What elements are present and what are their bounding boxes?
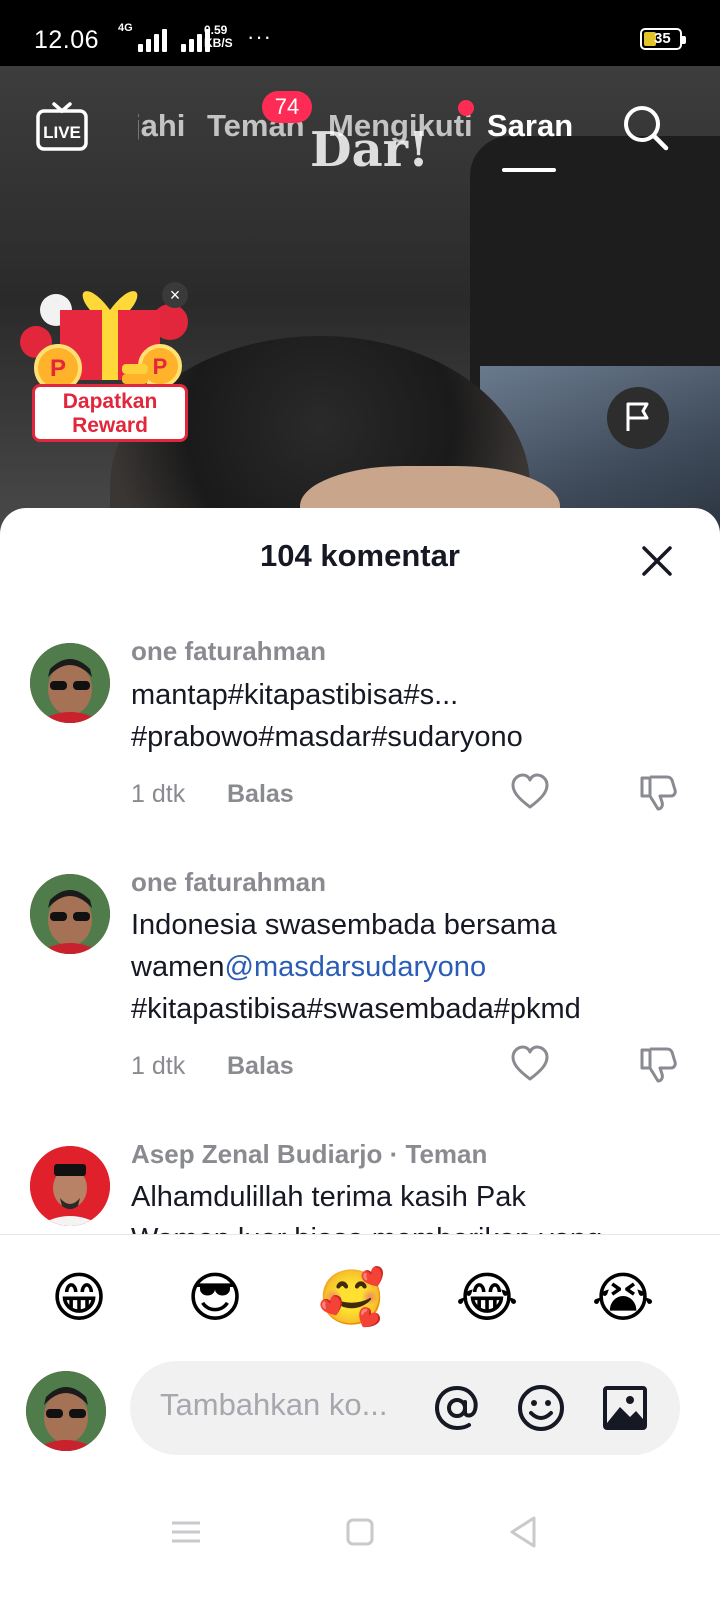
dislike-icon[interactable] bbox=[638, 772, 678, 812]
report-flag-icon[interactable] bbox=[607, 387, 669, 449]
comment-input[interactable] bbox=[160, 1387, 420, 1423]
emoji-hearts-button[interactable]: 🥰 bbox=[318, 1265, 385, 1331]
battery-icon: 35 bbox=[640, 28, 686, 50]
system-navigation-bar bbox=[0, 1492, 720, 1600]
back-icon[interactable] bbox=[504, 1512, 544, 1552]
avatar[interactable] bbox=[30, 874, 110, 954]
reward-widget[interactable]: P P × Dapatkan Reward bbox=[18, 280, 193, 450]
teman-notification-badge: 74 bbox=[262, 91, 312, 123]
battery-level: 35 bbox=[654, 30, 671, 47]
net-speed-unit: KB/S bbox=[204, 36, 233, 50]
comment-text-line: #prabowo#masdar#sudaryono bbox=[131, 721, 523, 753]
reply-button[interactable]: Balas bbox=[227, 780, 294, 809]
reply-button[interactable]: Balas bbox=[227, 1052, 294, 1081]
more-notifications-icon: ··· bbox=[247, 24, 272, 49]
tab-jelajahi[interactable]: jahi bbox=[138, 108, 185, 144]
emoji-grin-button[interactable]: 😁 bbox=[46, 1265, 112, 1331]
like-heart-icon[interactable] bbox=[510, 772, 550, 812]
reward-label-line2: Reward bbox=[72, 414, 148, 437]
comments-count-title: 104 komentar bbox=[260, 538, 460, 573]
mengikuti-new-dot bbox=[458, 100, 474, 116]
comment-text-prefix: wamen bbox=[131, 951, 225, 983]
my-avatar bbox=[26, 1371, 106, 1451]
svg-text:LIVE: LIVE bbox=[43, 123, 81, 142]
home-icon[interactable] bbox=[340, 1512, 380, 1552]
avatar[interactable] bbox=[30, 1146, 110, 1226]
quick-emoji-bar: 😁 😎 🥰 😂 😭 bbox=[0, 1265, 720, 1335]
emoji-sunglasses-button[interactable]: 😎 bbox=[182, 1265, 248, 1331]
comment-time: 1 dtk bbox=[131, 1052, 186, 1080]
comments-sheet: 104 komentar one faturahman mantap#kitap… bbox=[0, 508, 720, 1600]
reward-label: Dapatkan Reward bbox=[32, 384, 188, 442]
comment-text: mantap#kitapastibisa#s... #prabowo#masda… bbox=[131, 674, 691, 758]
tab-mengikuti[interactable]: Mengikuti bbox=[328, 108, 473, 144]
recent-apps-icon[interactable] bbox=[166, 1512, 206, 1552]
comment-text-line: Alhamdulillah terima kasih Pak bbox=[131, 1181, 526, 1213]
status-time: 12.06 bbox=[34, 26, 100, 54]
active-tab-indicator bbox=[502, 168, 556, 172]
comment-text: Indonesia swasembada bersama wamen@masda… bbox=[131, 904, 691, 1030]
mention-at-icon[interactable] bbox=[432, 1383, 482, 1433]
avatar[interactable] bbox=[30, 643, 110, 723]
close-icon[interactable] bbox=[640, 544, 674, 578]
reward-close-button[interactable]: × bbox=[162, 282, 188, 308]
comment-text-line: #kitapastibisa#swasembada#pkmd bbox=[131, 993, 581, 1025]
emoji-tears-of-joy-button[interactable]: 😂 bbox=[454, 1265, 520, 1331]
mention-link[interactable]: @masdarsudaryono bbox=[225, 951, 487, 983]
like-heart-icon[interactable] bbox=[510, 1044, 550, 1084]
comment-text-line: mantap#kitapastibisa#s... bbox=[131, 679, 459, 711]
emoji-crying-button[interactable]: 😭 bbox=[590, 1265, 656, 1331]
dislike-icon[interactable] bbox=[638, 1044, 678, 1084]
comment-text-line: Indonesia swasembada bersama bbox=[131, 909, 557, 941]
network-speed: 0.59 KB/S bbox=[204, 24, 233, 50]
comment-username[interactable]: one faturahman bbox=[131, 867, 326, 898]
svg-text:P: P bbox=[153, 354, 168, 379]
comment-text-line: wamen@masdarsudaryono bbox=[131, 946, 691, 988]
emoji-picker-icon[interactable] bbox=[516, 1383, 566, 1433]
network-type: 4G bbox=[118, 22, 133, 34]
comment-username[interactable]: Asep Zenal Budiarjo · Teman bbox=[131, 1139, 487, 1170]
status-bar: 12.06 4G 0.59 KB/S ··· 35 bbox=[0, 0, 720, 66]
svg-text:P: P bbox=[50, 355, 66, 382]
live-icon[interactable]: LIVE bbox=[36, 100, 88, 152]
search-icon[interactable] bbox=[620, 102, 670, 152]
comment-username[interactable]: one faturahman bbox=[131, 636, 326, 667]
signal-icon: 4G bbox=[118, 22, 210, 52]
reward-label-line1: Dapatkan bbox=[62, 390, 158, 413]
tab-saran[interactable]: Saran bbox=[487, 108, 573, 144]
image-picker-icon[interactable] bbox=[600, 1383, 650, 1433]
comment-time: 1 dtk bbox=[131, 780, 186, 808]
comment-input-box[interactable] bbox=[130, 1361, 680, 1455]
